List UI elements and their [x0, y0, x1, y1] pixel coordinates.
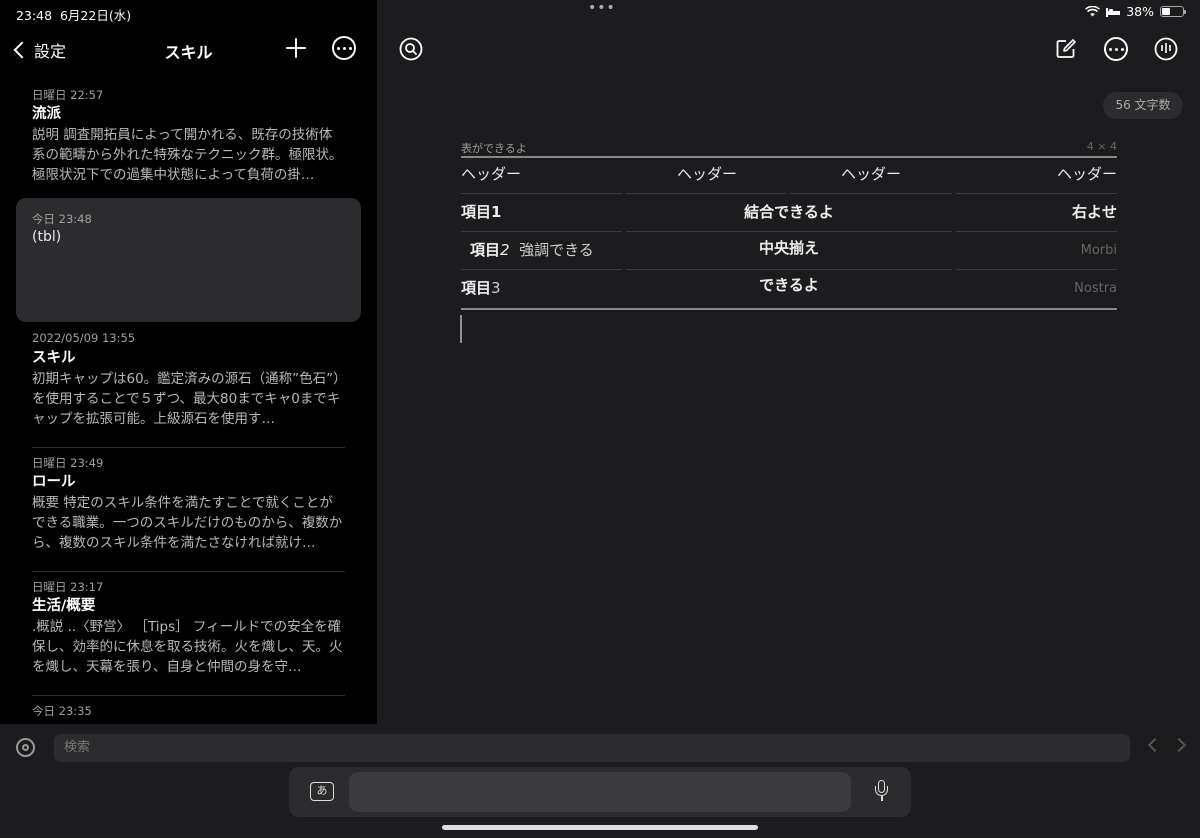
table-header-row: ヘッダー ヘッダー ヘッダー ヘッダー	[461, 158, 1117, 194]
note-date: 日曜日 22:57	[32, 88, 104, 102]
character-count-badge[interactable]: 56 文字数	[1103, 92, 1183, 119]
ime-switch-icon[interactable]: あ	[310, 782, 334, 801]
battery-fill	[1162, 8, 1170, 15]
list-item[interactable]: 2022/05/09 13:55 スキル 初期キャップは60。鑑定済みの源石（通…	[16, 324, 361, 448]
text-cursor[interactable]	[460, 315, 462, 343]
table-caption: 表ができるよ	[461, 142, 527, 155]
chevron-right-icon[interactable]	[1171, 737, 1187, 753]
battery-icon	[1160, 6, 1186, 17]
table-header-cell[interactable]: ヘッダー	[791, 158, 951, 193]
note-title: 流派	[32, 106, 61, 122]
dictation-bar: あ	[289, 767, 911, 817]
table-cell[interactable]: Morbi	[1081, 232, 1117, 269]
table-cell[interactable]: 右よせ	[1072, 194, 1117, 231]
list-item-selected[interactable]: 今日 23:48 (tbl)	[16, 198, 361, 322]
more-options-icon[interactable]	[1104, 37, 1128, 61]
cell-text-italic: 2	[500, 241, 510, 259]
add-note-icon[interactable]	[284, 36, 308, 60]
note-preview: 概要 特定のスキル条件を満たすことで就くことができる職業。一つのスキルだけのもの…	[32, 495, 343, 551]
note-date: 今日 23:35	[32, 704, 92, 718]
notes-list: 日曜日 22:57 流派 説明 調査開拓員によって開かれる、既存の技術体系の範疇…	[0, 80, 377, 740]
note-date: 今日 23:48	[32, 212, 92, 226]
note-date: 2022/05/09 13:55	[32, 331, 136, 345]
search-input[interactable]: 検索	[54, 734, 1130, 762]
list-item[interactable]: 日曜日 23:17 生活/概要 .概説 ..〈野営〉 ［Tips］ フィールドで…	[16, 572, 361, 696]
note-title: ロール	[32, 474, 76, 490]
table-caption-bar: 表ができるよ 4 × 4	[461, 140, 1117, 156]
microphone-icon[interactable]	[875, 780, 888, 804]
cell-text: 3	[491, 279, 501, 297]
compose-icon[interactable]	[1055, 38, 1077, 60]
table-header-cell[interactable]: ヘッダー	[627, 158, 787, 193]
text-input[interactable]	[349, 772, 851, 812]
gear-icon[interactable]	[16, 738, 35, 757]
keyboard-area: 検索 あ	[0, 724, 1200, 838]
chevron-left-icon	[13, 41, 31, 59]
battery-percent: 38%	[1126, 4, 1154, 19]
table-header-cell[interactable]: ヘッダー	[461, 158, 521, 193]
sleep-bed-icon	[1106, 7, 1121, 17]
cell-text-bold: 項目	[470, 241, 501, 259]
table-dimensions: 4 × 4	[1086, 140, 1117, 153]
chevron-left-icon[interactable]	[1147, 737, 1163, 753]
accessibility-icon[interactable]	[1154, 37, 1178, 61]
more-options-icon[interactable]	[332, 36, 356, 60]
note-title: スキル	[32, 350, 76, 366]
home-indicator[interactable]	[442, 825, 758, 830]
note-date: 日曜日 23:17	[32, 580, 104, 594]
status-time: 23:48 6月22日(水)	[16, 8, 132, 23]
table-header-cell[interactable]: ヘッダー	[1057, 158, 1117, 193]
table-cell[interactable]: 項目3	[461, 270, 501, 307]
sidebar-nav: 設定 スキル	[0, 30, 377, 70]
wifi-icon	[1085, 6, 1101, 17]
sidebar: 設定 スキル 日曜日 22:57 流派 説明 調査開拓員によって開かれる、既存の…	[0, 0, 377, 724]
table-row: 項目1 結合できるよ 右よせ	[461, 194, 1117, 232]
back-label: 設定	[34, 42, 67, 61]
list-item[interactable]: 日曜日 22:57 流派 説明 調査開拓員によって開かれる、既存の技術体系の範疇…	[16, 80, 361, 204]
note-preview: 初期キャップは60。鑑定済みの源石（通称”色石”）を使用することで５ずつ、最大8…	[32, 371, 341, 427]
screen: 23:48 6月22日(水) ••• 38% 設定 スキル 日曜日 22:57 …	[0, 0, 1200, 838]
note-date: 日曜日 23:49	[32, 456, 104, 470]
cell-text-bold: 項目	[461, 279, 492, 297]
multitasking-dots-icon[interactable]: •••	[588, 0, 616, 16]
table-cell-merged[interactable]: できるよ	[626, 270, 952, 307]
table-cell-merged[interactable]: 中央揃え	[626, 232, 952, 269]
back-button[interactable]: 設定	[10, 38, 66, 62]
table-cell[interactable]: 項目1	[461, 194, 501, 231]
table-cell-merged[interactable]: 結合できるよ	[626, 194, 952, 231]
note-title: 生活/概要	[32, 598, 96, 614]
cell-text: 強調できる	[519, 241, 594, 259]
status-right: 38%	[1085, 4, 1186, 19]
note-preview: .概説 ..〈野営〉 ［Tips］ フィールドでの安全を確保し、効率的に休息を取…	[32, 619, 343, 675]
table-cell[interactable]: 項目2 強調できる	[470, 232, 594, 269]
table-row: 項目3 できるよ Nostra	[461, 270, 1117, 308]
note-table: 表ができるよ 4 × 4 ヘッダー ヘッダー ヘッダー ヘッダー 項目1 結合で…	[461, 140, 1117, 310]
note-preview: (tbl)	[32, 229, 62, 245]
table-row: 項目2 強調できる 中央揃え Morbi	[461, 232, 1117, 270]
find-in-note-icon[interactable]	[399, 37, 423, 61]
note-preview: 説明 調査開拓員によって開かれる、既存の技術体系の範疇から外れた特殊なテクニック…	[32, 127, 343, 183]
status-bar: 23:48 6月22日(水) ••• 38%	[0, 0, 1200, 24]
note-editor: 56 文字数 表ができるよ 4 × 4 ヘッダー ヘッダー ヘッダー ヘッダー …	[377, 0, 1200, 724]
table-bottom-rule	[461, 308, 1117, 310]
list-item[interactable]: 日曜日 23:49 ロール 概要 特定のスキル条件を満たすことで就くことができる…	[16, 448, 361, 572]
table-cell[interactable]: Nostra	[1074, 270, 1117, 307]
